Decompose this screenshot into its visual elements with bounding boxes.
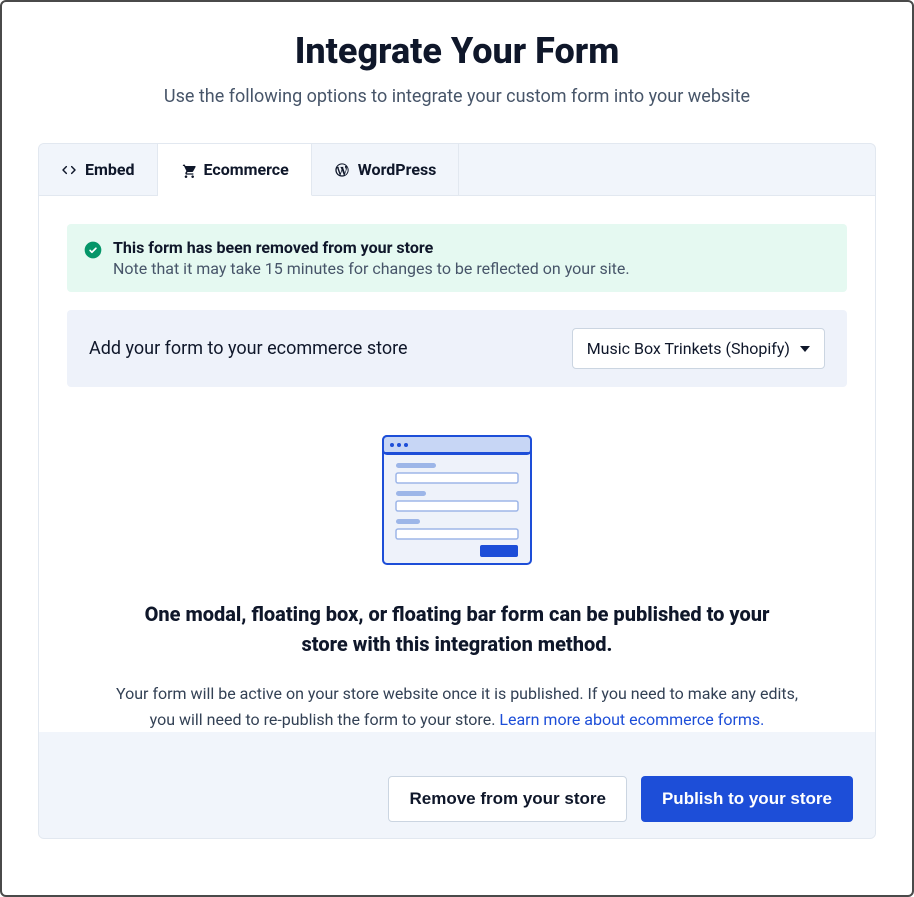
cart-icon [180,162,196,178]
footer-actions: Remove from your store Publish to your s… [39,760,875,838]
alert-title: This form has been removed from your sto… [113,238,630,257]
alert-note: Note that it may take 15 minutes for cha… [113,259,630,278]
info-text: Your form will be active on your store w… [107,681,807,732]
store-select[interactable]: Music Box Trinkets (Shopify) [572,328,825,369]
code-icon [61,162,77,178]
chevron-down-icon [800,346,810,352]
tab-embed-label: Embed [85,160,135,179]
form-illustration [67,435,847,565]
tab-wordpress-label: WordPress [358,160,437,179]
integration-panel: Embed Ecommerce WordPress This form has … [38,143,876,839]
store-selection-bar: Add your form to your ecommerce store Mu… [67,310,847,387]
check-circle-icon [83,240,103,260]
tab-wordpress[interactable]: WordPress [312,144,460,195]
store-select-value: Music Box Trinkets (Shopify) [587,339,790,358]
info-heading: One modal, floating box, or floating bar… [137,599,777,659]
remove-button[interactable]: Remove from your store [388,776,627,822]
learn-more-link[interactable]: Learn more about ecommerce forms. [499,710,764,729]
store-label: Add your form to your ecommerce store [89,338,408,359]
tabs: Embed Ecommerce WordPress [39,144,875,196]
tab-content-ecommerce: This form has been removed from your sto… [39,196,875,732]
success-alert: This form has been removed from your sto… [67,224,847,292]
tab-ecommerce-label: Ecommerce [204,160,289,179]
wordpress-icon [334,162,350,178]
page-title: Integrate Your Form [2,30,912,72]
tab-ecommerce[interactable]: Ecommerce [158,144,312,196]
tab-embed[interactable]: Embed [39,144,158,195]
page-subtitle: Use the following options to integrate y… [2,86,912,107]
publish-button[interactable]: Publish to your store [641,776,853,822]
